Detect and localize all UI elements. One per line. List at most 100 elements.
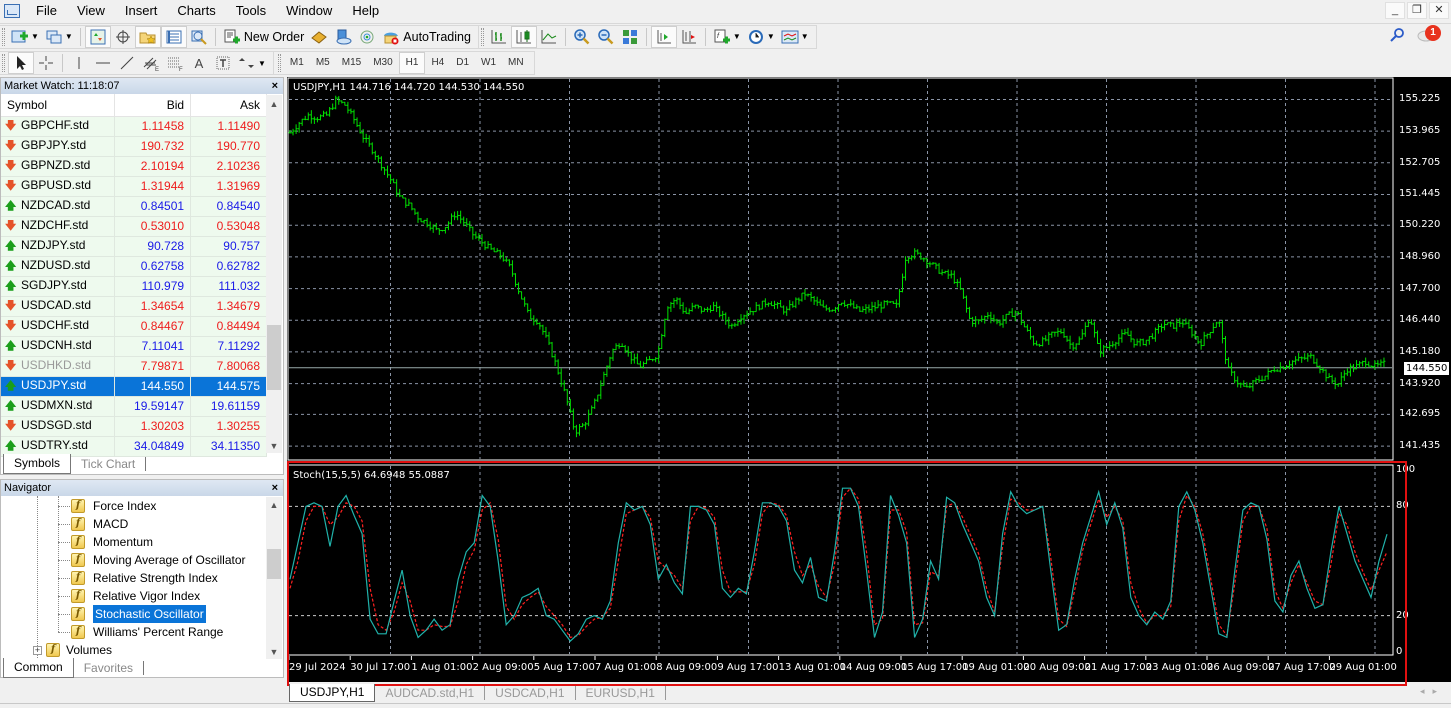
table-row[interactable]: 🡅 USDCNH.std 7.11041 7.11292 xyxy=(1,336,267,357)
table-row[interactable]: 🡇 USDSGD.std 1.30203 1.30255 xyxy=(1,416,267,437)
scroll-up-icon[interactable]: ▲ xyxy=(266,500,282,510)
table-row[interactable]: 🡇 NZDCHF.std 0.53010 0.53048 xyxy=(1,216,267,237)
column-header-bid[interactable]: Bid xyxy=(114,94,192,117)
auto-scroll-button[interactable] xyxy=(650,25,677,48)
table-row[interactable]: 🡇 USDCHF.std 0.84467 0.84494 xyxy=(1,316,267,337)
timeframe-m30[interactable]: M30 xyxy=(367,52,398,74)
menu-insert[interactable]: Insert xyxy=(115,0,168,22)
tab-favorites[interactable]: Favorites xyxy=(74,661,145,675)
navigator-item[interactable]: f Momentum xyxy=(71,533,153,551)
new-chart-button[interactable]: ▼ xyxy=(8,26,42,48)
scrollbar-thumb[interactable] xyxy=(267,325,281,390)
notifications-button[interactable]: 1 xyxy=(1417,25,1441,45)
navigator-item[interactable]: f Relative Vigor Index xyxy=(71,587,200,605)
timeframe-w1[interactable]: W1 xyxy=(475,52,502,74)
table-row[interactable]: 🡇 USDCAD.std 1.34654 1.34679 xyxy=(1,296,267,317)
table-row[interactable]: 🡅 NZDUSD.std 0.62758 0.62782 xyxy=(1,256,267,277)
chart-tab-eurusd[interactable]: EURUSD,H1 xyxy=(576,686,666,700)
timeframe-m15[interactable]: M15 xyxy=(336,52,367,74)
menu-charts[interactable]: Charts xyxy=(167,0,225,22)
vertical-line-button[interactable] xyxy=(67,52,91,74)
market-watch-button[interactable] xyxy=(84,25,111,48)
navigator-item[interactable]: f Williams' Percent Range xyxy=(71,623,223,641)
equidistant-channel-button[interactable]: E xyxy=(139,52,163,74)
restore-button[interactable]: ❐ xyxy=(1407,2,1427,19)
data-window-button[interactable] xyxy=(111,26,135,48)
tab-scroll-arrows[interactable]: ◂▸ xyxy=(1420,686,1445,697)
toolbar-grip[interactable] xyxy=(277,54,281,72)
chart-shift-button[interactable] xyxy=(677,26,701,48)
menu-help[interactable]: Help xyxy=(342,0,389,22)
navigator-scrollbar[interactable]: ▲ ▼ xyxy=(266,497,282,659)
menu-tools[interactable]: Tools xyxy=(226,0,276,22)
text-button[interactable]: A xyxy=(187,52,211,74)
line-chart-button[interactable] xyxy=(537,26,561,48)
crosshair-button[interactable] xyxy=(34,52,58,74)
table-row[interactable]: 🡅 SGDJPY.std 110.979 111.032 xyxy=(1,276,267,297)
navigator-item[interactable]: f Force Index xyxy=(71,497,156,515)
table-row[interactable]: 🡇 USDHKD.std 7.79871 7.80068 xyxy=(1,356,267,377)
chart-tab-audcad[interactable]: AUDCAD.std,H1 xyxy=(375,686,486,700)
timeframe-h4[interactable]: H4 xyxy=(425,52,450,74)
table-row[interactable]: 🡅 NZDCAD.std 0.84501 0.84540 xyxy=(1,196,267,217)
navigator-item[interactable]: f Relative Strength Index xyxy=(71,569,218,587)
timeframe-mn[interactable]: MN xyxy=(502,52,530,74)
fibonacci-button[interactable]: F xyxy=(163,52,187,74)
profiles-button[interactable]: ▼ xyxy=(42,26,76,48)
table-row[interactable]: 🡇 GBPJPY.std 190.732 190.770 xyxy=(1,136,267,157)
templates-button[interactable]: ▼ xyxy=(778,26,812,48)
table-row[interactable]: 🡅 USDMXN.std 19.59147 19.61159 xyxy=(1,396,267,417)
menu-file[interactable]: File xyxy=(26,0,67,22)
toolbar-grip[interactable] xyxy=(480,27,484,46)
navigator-item[interactable]: f Moving Average of Oscillator xyxy=(71,551,246,569)
metaeditor-button[interactable] xyxy=(307,26,331,48)
timeframe-d1[interactable]: D1 xyxy=(450,52,475,74)
tab-common[interactable]: Common xyxy=(3,658,74,678)
arrows-button[interactable]: ▼ xyxy=(235,52,269,74)
table-row[interactable]: 🡇 GBPNZD.std 2.10194 2.10236 xyxy=(1,156,267,177)
table-row[interactable]: 🡅 NZDJPY.std 90.728 90.757 xyxy=(1,236,267,257)
text-label-button[interactable] xyxy=(211,52,235,74)
navigator-item[interactable]: f MACD xyxy=(71,515,128,533)
timeframe-m1[interactable]: M1 xyxy=(284,52,310,74)
navigator-button[interactable] xyxy=(134,25,161,48)
candlestick-button[interactable] xyxy=(510,25,537,48)
price-chart-canvas[interactable] xyxy=(287,77,1451,682)
cursor-button[interactable] xyxy=(8,52,34,74)
column-header-ask[interactable]: Ask xyxy=(190,94,267,117)
tab-tick-chart[interactable]: Tick Chart xyxy=(71,457,147,471)
scroll-up-icon[interactable]: ▲ xyxy=(266,99,282,109)
trendline-button[interactable] xyxy=(115,52,139,74)
toolbar-grip[interactable] xyxy=(2,27,5,46)
scrollbar-thumb[interactable] xyxy=(267,549,281,579)
terminal-button[interactable] xyxy=(160,25,187,48)
periods-button[interactable]: ▼ xyxy=(744,26,778,48)
menu-view[interactable]: View xyxy=(67,0,115,22)
table-row[interactable]: 🡅 USDTRY.std 34.04849 34.11350 xyxy=(1,436,267,457)
close-icon[interactable]: × xyxy=(272,78,278,94)
close-button[interactable]: ✕ xyxy=(1429,2,1449,19)
close-icon[interactable]: × xyxy=(272,480,278,496)
market-button[interactable] xyxy=(355,26,379,48)
timeframe-m5[interactable]: M5 xyxy=(310,52,336,74)
table-row[interactable]: 🡇 GBPCHF.std 1.11458 1.11490 xyxy=(1,116,267,137)
tile-windows-button[interactable] xyxy=(618,26,642,48)
table-row[interactable]: 🡅 USDJPY.std 144.550 144.575 xyxy=(1,376,267,397)
timeframe-h1[interactable]: H1 xyxy=(398,52,426,74)
table-row[interactable]: 🡇 GBPUSD.std 1.31944 1.31969 xyxy=(1,176,267,197)
horizontal-line-button[interactable] xyxy=(91,52,115,74)
search-icon[interactable] xyxy=(1389,27,1405,43)
scroll-down-icon[interactable]: ▼ xyxy=(266,441,282,451)
new-order-button[interactable]: New Order xyxy=(220,26,307,48)
scroll-down-icon[interactable]: ▼ xyxy=(266,647,282,657)
column-header-symbol[interactable]: Symbol xyxy=(1,94,116,117)
indicators-button[interactable]: f ▼ xyxy=(710,26,744,48)
navigator-item[interactable]: + f Volumes xyxy=(33,641,112,658)
market-watch-scrollbar[interactable]: ▲ ▼ xyxy=(266,95,282,453)
minimize-button[interactable]: _ xyxy=(1385,2,1405,19)
menu-window[interactable]: Window xyxy=(276,0,342,22)
bar-chart-button[interactable] xyxy=(487,26,511,48)
chart-tab-usdjpy[interactable]: USDJPY,H1 xyxy=(289,684,376,702)
navigator-item[interactable]: f Stochastic Oscillator xyxy=(71,605,206,623)
autotrading-button[interactable]: AutoTrading xyxy=(379,26,474,48)
